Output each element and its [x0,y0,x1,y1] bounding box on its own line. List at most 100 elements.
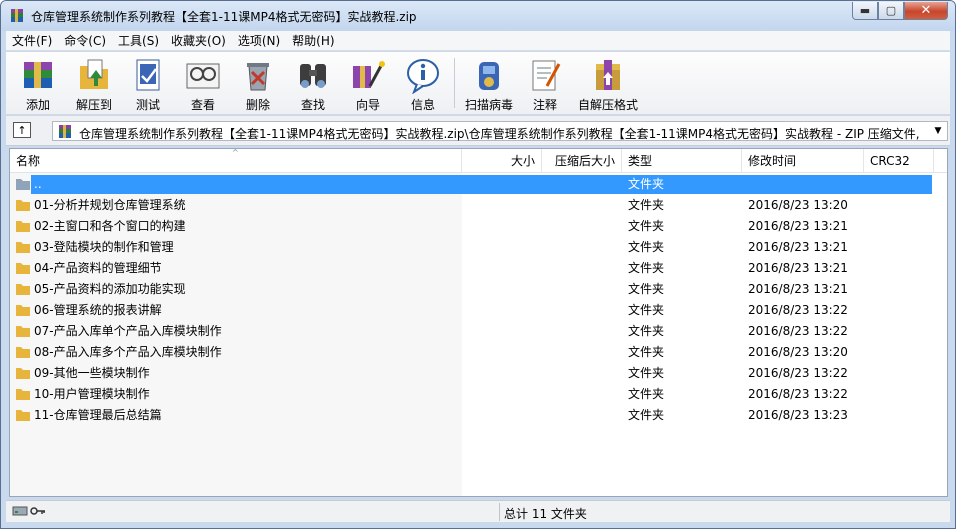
file-type: 文件夹 [628,261,665,275]
virus-scan-label: 扫描病毒 [464,98,513,112]
selection-highlight [31,175,932,194]
file-type: 文件夹 [628,387,665,401]
view-label: 查看 [190,98,215,112]
up-one-level-button[interactable]: ↑ [13,122,31,138]
menu-options[interactable]: 选项(N) [232,32,286,49]
file-row[interactable]: 05-产品资料的添加功能实现 文件夹 2016/8/23 13:21 [10,278,947,299]
menu-tools[interactable]: 工具(S) [112,32,165,49]
file-modified: 2016/8/23 13:21 [748,261,848,275]
comment-icon [532,60,561,91]
status-icons [12,505,46,517]
parent-folder-icon [16,179,30,190]
status-summary: 总计 11 文件夹 [504,507,587,521]
file-type: 文件夹 [628,345,665,359]
file-modified: 2016/8/23 13:21 [748,219,848,233]
file-type: 文件夹 [628,303,665,317]
find-button[interactable]: 查找 [285,54,341,112]
sfx-label: 自解压格式 [577,98,638,112]
file-type: 文件夹 [628,324,665,338]
info-icon [407,59,439,94]
column-size[interactable]: 大小 [462,149,542,173]
window-controls: ▬ ▢ ✕ [852,2,948,20]
test-label: 测试 [135,98,160,112]
extract-to-button[interactable]: 解压到 [66,54,122,112]
column-name-label: 名称 [16,154,41,168]
file-row[interactable]: 03-登陆模块的制作和管理 文件夹 2016/8/23 13:21 [10,236,947,257]
file-modified: 2016/8/23 13:22 [748,324,848,338]
add-label: 添加 [25,98,50,112]
menu-commands[interactable]: 命令(C) [58,32,112,49]
file-modified: 2016/8/23 13:22 [748,387,848,401]
file-type: 文件夹 [628,240,665,254]
file-modified: 2016/8/23 13:23 [748,408,848,422]
archive-icon [59,125,71,138]
wizard-icon [353,61,385,88]
folder-icon [16,410,30,421]
column-crc32[interactable]: CRC32 [864,149,934,173]
file-type: 文件夹 [628,219,665,233]
column-type[interactable]: 类型 [622,149,742,173]
file-name: 01-分析并规划仓库管理系统 [34,198,186,212]
delete-button[interactable]: 删除 [230,54,286,112]
address-field[interactable]: 仓库管理系统制作系列教程【全套1-11课MP4格式无密码】实战教程.zip\仓库… [52,121,948,141]
maximize-button[interactable]: ▢ [878,2,904,20]
delete-icon [247,63,269,91]
find-icon [300,64,326,88]
extract-to-icon [80,59,108,89]
folder-icon [16,347,30,358]
title-bar[interactable]: 仓库管理系统制作系列教程【全套1-11课MP4格式无密码】实战教程.zip ▬ … [1,1,955,31]
column-modified[interactable]: 修改时间 [742,149,864,173]
view-icon [186,63,220,89]
file-name: 10-用户管理模块制作 [34,387,150,401]
menu-help[interactable]: 帮助(H) [286,32,340,49]
menu-file[interactable]: 文件(F) [6,32,58,49]
folder-icon [16,221,30,232]
file-row[interactable]: 11-仓库管理最后总结篇 文件夹 2016/8/23 13:23 [10,404,947,425]
file-modified: 2016/8/23 13:20 [748,198,848,212]
winrar-window: 仓库管理系统制作系列教程【全套1-11课MP4格式无密码】实战教程.zip ▬ … [0,0,956,529]
sort-ascending-icon: ^ [232,149,239,157]
file-row[interactable]: 10-用户管理模块制作 文件夹 2016/8/23 13:22 [10,383,947,404]
file-row[interactable]: 09-其他一些模块制作 文件夹 2016/8/23 13:22 [10,362,947,383]
file-row[interactable]: 08-产品入库多个产品入库模块制作 文件夹 2016/8/23 13:20 [10,341,947,362]
folder-icon [16,368,30,379]
folder-icon [16,263,30,274]
view-button[interactable]: 查看 [175,54,231,112]
parent-folder-row[interactable]: .. 文件夹 [10,173,947,194]
file-name: 07-产品入库单个产品入库模块制作 [34,324,222,338]
file-modified: 2016/8/23 13:21 [748,240,848,254]
file-list[interactable]: 名称 ^ 大小 压缩后大小 类型 修改时间 CRC32 .. 文件夹 01-分析并规… [9,148,948,497]
comment-label: 注释 [532,98,557,112]
close-button[interactable]: ✕ [904,2,948,20]
wizard-label: 向导 [355,98,380,112]
info-button[interactable]: 信息 [395,54,451,112]
delete-label: 删除 [245,98,270,112]
add-button[interactable]: 添加 [10,54,66,112]
folder-icon [16,284,30,295]
minimize-button[interactable]: ▬ [852,2,878,20]
address-dropdown-icon[interactable]: ▼ [931,124,945,138]
file-row[interactable]: 04-产品资料的管理细节 文件夹 2016/8/23 13:21 [10,257,947,278]
window-title: 仓库管理系统制作系列教程【全套1-11课MP4格式无密码】实战教程.zip [31,10,417,24]
file-name: 08-产品入库多个产品入库模块制作 [34,345,222,359]
file-type: 文件夹 [628,408,665,422]
column-packed-size[interactable]: 压缩后大小 [542,149,622,173]
file-row[interactable]: 06-管理系统的报表讲解 文件夹 2016/8/23 13:22 [10,299,947,320]
menu-favorites[interactable]: 收藏夹(O) [165,32,232,49]
file-modified: 2016/8/23 13:22 [748,366,848,380]
comment-button[interactable]: 注释 [517,54,573,112]
sfx-icon [596,60,620,90]
column-name[interactable]: 名称 ^ [10,149,462,173]
file-row[interactable]: 07-产品入库单个产品入库模块制作 文件夹 2016/8/23 13:22 [10,320,947,341]
file-name: 04-产品资料的管理细节 [34,261,162,275]
key-icon [30,507,45,515]
sfx-button[interactable]: 自解压格式 [572,54,644,112]
virus-scan-icon [479,62,499,90]
test-button[interactable]: 测试 [120,54,176,112]
folder-icon [16,305,30,316]
wizard-button[interactable]: 向导 [340,54,396,112]
virus-scan-button[interactable]: 扫描病毒 [461,54,517,112]
file-row[interactable]: 01-分析并规划仓库管理系统 文件夹 2016/8/23 13:20 [10,194,947,215]
extract-to-label: 解压到 [75,98,112,112]
file-row[interactable]: 02-主窗口和各个窗口的构建 文件夹 2016/8/23 13:21 [10,215,947,236]
